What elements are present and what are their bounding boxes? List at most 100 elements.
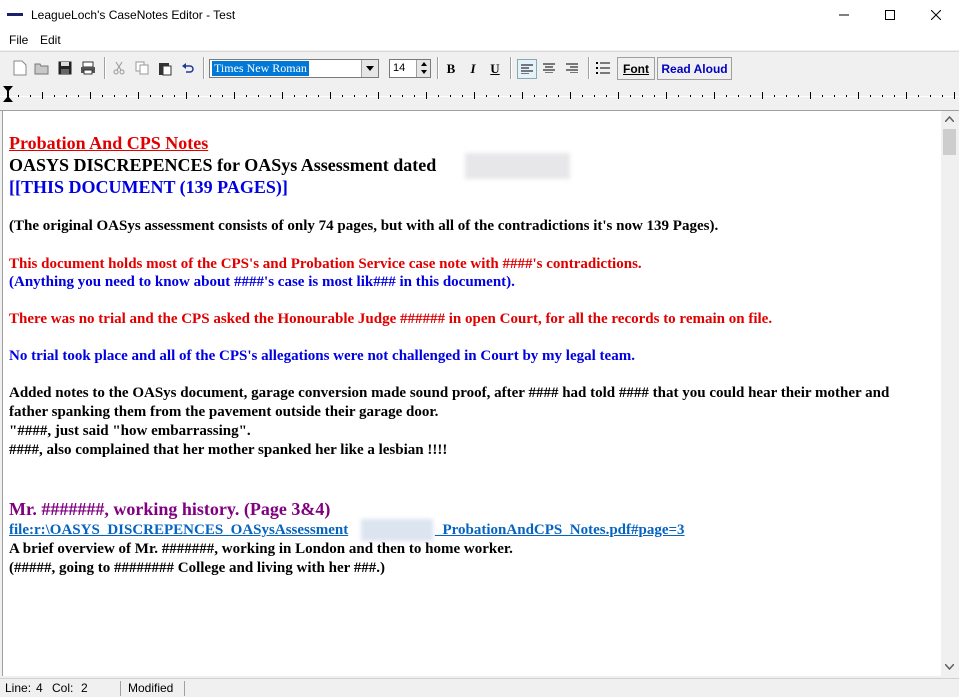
print-button[interactable] — [79, 59, 97, 77]
ruler-tick — [42, 92, 43, 99]
ruler-tick — [258, 95, 259, 97]
ruler-tick — [726, 95, 727, 97]
align-left-icon — [521, 64, 533, 74]
ruler-tick — [618, 92, 619, 99]
minimize-button[interactable] — [821, 0, 867, 30]
window-title: LeagueLoch's CaseNotes Editor - Test — [31, 8, 236, 22]
paragraph: father spanking them from the pavement o… — [9, 404, 439, 420]
ruler-tick — [102, 95, 103, 97]
ruler-tick — [606, 95, 607, 97]
paragraph: "####, just said "how embarrassing". — [9, 423, 251, 439]
ruler-tick — [714, 92, 715, 99]
ruler-tick — [318, 95, 319, 97]
spin-up-icon[interactable] — [417, 60, 430, 68]
font-name-select[interactable]: Times New Roman — [209, 59, 379, 78]
new-button[interactable] — [11, 59, 29, 77]
ruler-tick — [246, 95, 247, 97]
scroll-up-icon[interactable] — [945, 116, 954, 122]
scroll-down-icon[interactable] — [945, 664, 954, 670]
maximize-button[interactable] — [867, 0, 913, 30]
bold-button[interactable]: B — [441, 59, 461, 79]
ruler-tick — [90, 92, 91, 99]
ruler-tick — [822, 95, 823, 97]
ruler-tick — [198, 95, 199, 97]
ruler-tick — [378, 92, 379, 99]
ruler-tick — [138, 92, 139, 99]
ruler-tick — [354, 95, 355, 97]
underline-button[interactable]: U — [485, 59, 505, 79]
ruler-tick — [162, 95, 163, 97]
doc-self-link[interactable]: [[THIS DOCUMENT (139 PAGES)] — [9, 177, 288, 198]
font-size-spinner[interactable] — [416, 60, 430, 77]
ruler-tick — [270, 95, 271, 97]
section-heading: Mr. #######, working history. (Page 3&4) — [9, 499, 331, 519]
toolbar-separator — [203, 57, 205, 79]
document-editor[interactable]: Probation And CPS Notes OASYS DISCREPENC… — [2, 111, 942, 676]
ruler-tick — [546, 95, 547, 97]
italic-button[interactable]: I — [463, 59, 483, 79]
cursor-position: Line: 4 Col: 2 — [0, 681, 121, 696]
ruler-tick — [774, 95, 775, 97]
ruler-tick — [186, 92, 187, 99]
close-button[interactable] — [913, 0, 959, 30]
font-name-value: Times New Roman — [212, 61, 309, 76]
doc-heading: Probation And CPS Notes — [9, 133, 209, 153]
paragraph: No trial took place and all of the CPS's… — [9, 348, 635, 364]
read-aloud-button[interactable]: Read Aloud — [657, 57, 732, 80]
bullets-button[interactable] — [594, 59, 612, 77]
align-left-button[interactable] — [517, 59, 537, 79]
ruler-tick — [510, 95, 511, 97]
ruler-tick — [234, 92, 235, 99]
paragraph: There was no trial and the CPS asked the… — [9, 311, 773, 327]
ruler-tick — [486, 95, 487, 97]
line-label: Line: — [5, 681, 32, 695]
ruler-tick — [558, 95, 559, 97]
ruler-tick — [810, 92, 811, 99]
ruler-tick — [630, 95, 631, 97]
ruler-tick — [882, 95, 883, 97]
ruler-tick — [762, 92, 763, 99]
ruler-tick — [66, 95, 67, 97]
paste-button[interactable] — [156, 59, 174, 77]
paragraph: Added notes to the OASys document, garag… — [9, 385, 890, 401]
font-size-stepper[interactable]: 14 — [389, 59, 431, 78]
col-label: Col: — [52, 681, 74, 695]
toolbar-separator — [437, 57, 439, 79]
copy-button[interactable] — [133, 59, 151, 77]
undo-button[interactable] — [179, 59, 197, 77]
ruler-tick — [114, 95, 115, 97]
ruler-tick — [222, 95, 223, 97]
ruler-tick — [846, 95, 847, 97]
menu-edit[interactable]: Edit — [40, 33, 61, 47]
save-icon — [58, 61, 72, 75]
scroll-thumb[interactable] — [943, 129, 956, 155]
ruler-tick — [126, 95, 127, 97]
cut-button[interactable] — [110, 59, 128, 77]
ruler-tick — [342, 95, 343, 97]
ruler-tick — [678, 95, 679, 97]
chevron-down-icon[interactable] — [361, 60, 378, 77]
spin-down-icon[interactable] — [417, 68, 430, 76]
align-center-button[interactable] — [540, 59, 558, 77]
ruler-tick — [150, 95, 151, 97]
modified-status: Modified — [124, 681, 185, 696]
menu-file[interactable]: File — [9, 33, 28, 47]
ruler-tick — [450, 95, 451, 97]
indent-marker-icon[interactable] — [2, 85, 14, 107]
open-button[interactable] — [33, 59, 51, 77]
close-icon — [931, 10, 941, 20]
ruler-tick — [834, 95, 835, 97]
ruler-tick — [642, 95, 643, 97]
ruler — [0, 84, 959, 111]
save-button[interactable] — [56, 59, 74, 77]
file-link[interactable]: _ProbationAndCPS_Notes.pdf#page=3 — [435, 522, 685, 539]
file-link[interactable]: file:r:\OASYS_DISCREPENCES_OASysAssessme… — [9, 522, 348, 539]
align-right-button[interactable] — [563, 59, 581, 77]
paste-icon — [159, 62, 172, 75]
copy-icon — [135, 61, 149, 75]
paragraph: ####, also complained that her mother sp… — [9, 442, 448, 458]
font-button[interactable]: Font — [617, 57, 655, 80]
vertical-scrollbar[interactable] — [941, 111, 958, 676]
paragraph: A brief overview of Mr. #######, working… — [9, 541, 513, 557]
ruler-tick — [858, 92, 859, 99]
